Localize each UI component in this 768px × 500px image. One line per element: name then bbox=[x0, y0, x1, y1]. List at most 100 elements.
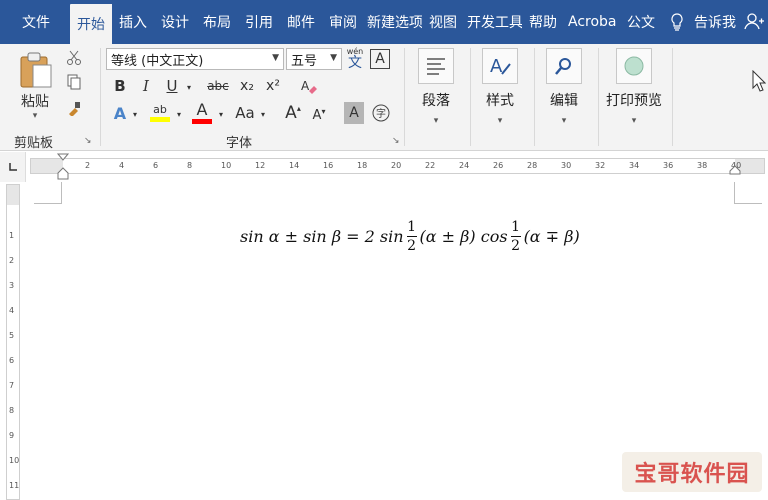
chevron-down-icon: ▾ bbox=[497, 116, 503, 126]
copy-button[interactable] bbox=[64, 72, 84, 92]
vruler-number: 1 bbox=[9, 231, 15, 240]
ruler-number: 8 bbox=[187, 161, 193, 170]
fraction-numerator: 1 bbox=[407, 219, 416, 235]
paragraph-button[interactable]: 段落 ▾ bbox=[404, 48, 468, 126]
vruler-margin bbox=[7, 185, 19, 205]
vruler-number: 7 bbox=[9, 381, 15, 390]
ruler-number: 2 bbox=[85, 161, 91, 170]
highlight-button[interactable]: ab bbox=[148, 100, 172, 126]
tab-new[interactable]: 新建选项 bbox=[364, 0, 422, 44]
tab-design[interactable]: 设计 bbox=[154, 0, 196, 44]
vruler-number: 8 bbox=[9, 406, 15, 415]
print-preview-button[interactable]: 打印预览 ▾ bbox=[600, 48, 668, 126]
font-size-value: 五号 bbox=[291, 53, 318, 69]
vertical-ruler[interactable]: 123456789101112 bbox=[6, 184, 20, 500]
ruler-number: 10 bbox=[221, 161, 232, 170]
right-indent-marker-icon[interactable] bbox=[729, 165, 741, 175]
italic-button[interactable]: I bbox=[136, 76, 156, 96]
print-preview-label: 打印预览 bbox=[606, 93, 662, 109]
bold-button[interactable]: B bbox=[110, 76, 130, 96]
tab-file[interactable]: 文件 bbox=[0, 0, 70, 44]
svg-text:字: 字 bbox=[376, 107, 386, 120]
chevron-down-icon: ▼ bbox=[330, 53, 337, 63]
text-effects-dropdown-icon[interactable]: ▾ bbox=[130, 106, 140, 122]
tab-mailings[interactable]: 邮件 bbox=[280, 0, 322, 44]
tell-me-label: 告诉我 bbox=[694, 15, 736, 31]
tab-layout[interactable]: 布局 bbox=[196, 0, 238, 44]
chevron-down-icon: ▼ bbox=[272, 53, 279, 63]
strikethrough-button[interactable]: abc bbox=[204, 76, 232, 96]
tab-gongwen[interactable]: 公文 bbox=[620, 0, 662, 44]
share-user-icon[interactable] bbox=[744, 12, 764, 34]
chevron-down-icon: ▾ bbox=[561, 116, 567, 126]
ruler-number: 14 bbox=[289, 161, 300, 170]
vruler-number: 5 bbox=[9, 331, 15, 340]
shrink-font-button[interactable]: A ▾ bbox=[308, 104, 330, 126]
equation-middle: (α ± β) cos bbox=[419, 227, 508, 246]
phonetic-guide-button[interactable]: wén 文 bbox=[344, 46, 366, 72]
cut-button[interactable] bbox=[64, 48, 84, 68]
underline-button[interactable]: U bbox=[162, 76, 182, 96]
shrink-font-icon: A bbox=[312, 107, 322, 123]
tab-references[interactable]: 引用 bbox=[238, 0, 280, 44]
equation-fraction-1: 1 2 bbox=[406, 219, 417, 253]
chevron-down-icon: ▾ bbox=[433, 116, 439, 126]
text-effects-button[interactable]: A bbox=[110, 102, 130, 124]
font-name-combo[interactable]: 等线 (中文正文) ▼ bbox=[106, 48, 284, 70]
clipboard-icon bbox=[20, 52, 52, 88]
underline-dropdown-icon[interactable]: ▾ bbox=[184, 78, 194, 96]
vruler-number: 6 bbox=[9, 356, 15, 365]
tab-home[interactable]: 开始 bbox=[70, 4, 112, 44]
clipboard-launcher-icon[interactable]: ↘ bbox=[84, 136, 92, 146]
tab-acrobat[interactable]: Acroba bbox=[564, 0, 620, 44]
font-launcher-icon[interactable]: ↘ bbox=[392, 136, 400, 146]
tab-selector[interactable] bbox=[0, 152, 26, 182]
paragraph-icon bbox=[418, 48, 454, 84]
styles-icon: A bbox=[482, 48, 518, 84]
enclosed-character-icon: 字 bbox=[372, 104, 390, 122]
ruler-number: 20 bbox=[391, 161, 402, 170]
styles-button[interactable]: A 样式 ▾ bbox=[468, 48, 532, 126]
change-case-dropdown-icon[interactable]: ▾ bbox=[258, 106, 268, 122]
editing-button[interactable]: 编辑 ▾ bbox=[532, 48, 596, 126]
svg-text:A: A bbox=[301, 79, 310, 93]
vruler-number: 3 bbox=[9, 281, 15, 290]
character-shading-button[interactable]: A bbox=[344, 102, 364, 124]
horizontal-ruler-row: 2 4 6 8 10 12 14 16 18 20 22 24 26 28 30 32 34 36 38 40 bbox=[0, 152, 768, 182]
separator bbox=[672, 48, 673, 146]
format-painter-button[interactable] bbox=[64, 98, 84, 118]
svg-text:A: A bbox=[490, 56, 503, 77]
copy-icon bbox=[67, 74, 81, 90]
clear-formatting-button[interactable]: A bbox=[298, 76, 320, 96]
paste-button[interactable]: 粘贴 ▾ bbox=[12, 50, 58, 122]
font-size-combo[interactable]: 五号 ▼ bbox=[286, 48, 342, 70]
format-painter-icon bbox=[69, 102, 80, 116]
tab-view[interactable]: 视图 bbox=[422, 0, 464, 44]
tab-developer[interactable]: 开发工具 bbox=[464, 0, 522, 44]
character-border-button[interactable]: A bbox=[370, 49, 390, 69]
enclose-characters-button[interactable]: 字 bbox=[370, 102, 392, 124]
tab-help[interactable]: 帮助 bbox=[522, 0, 564, 44]
highlight-dropdown-icon[interactable]: ▾ bbox=[174, 106, 184, 122]
tab-insert[interactable]: 插入 bbox=[112, 0, 154, 44]
equation-fraction-2: 1 2 bbox=[510, 220, 521, 253]
grow-font-button[interactable]: A ▴ bbox=[282, 102, 304, 124]
clipboard-group-label: 剪贴板 bbox=[14, 136, 54, 151]
superscript-button[interactable]: x² bbox=[262, 76, 284, 96]
tell-me-box[interactable]: 告诉我 bbox=[670, 0, 736, 44]
ribbon-tab-bar: 文件 开始 插入 设计 布局 引用 邮件 审阅 新建选项 视图 开发工具 帮助 … bbox=[0, 0, 768, 44]
highlighter-icon: ab bbox=[153, 103, 167, 116]
subscript-button[interactable]: x₂ bbox=[236, 76, 258, 96]
grow-font-icon: A bbox=[285, 103, 297, 123]
font-color-button[interactable]: A bbox=[190, 100, 214, 126]
ruler-number: 38 bbox=[697, 161, 708, 170]
tab-review[interactable]: 审阅 bbox=[322, 0, 364, 44]
equation[interactable]: sin α ± sin β = 2 sin 1 2 (α ± β) cos 1 … bbox=[240, 220, 580, 253]
equation-lhs: sin α ± sin β = 2 sin bbox=[240, 227, 404, 246]
horizontal-ruler[interactable]: 2 4 6 8 10 12 14 16 18 20 22 24 26 28 30 32 34 36 38 40 bbox=[30, 153, 765, 180]
font-color-dropdown-icon[interactable]: ▾ bbox=[216, 106, 226, 122]
change-case-button[interactable]: Aa bbox=[232, 102, 258, 124]
font-group-label: 字体 bbox=[226, 136, 253, 151]
indent-marker-icon[interactable] bbox=[57, 153, 69, 181]
separator bbox=[598, 48, 599, 146]
